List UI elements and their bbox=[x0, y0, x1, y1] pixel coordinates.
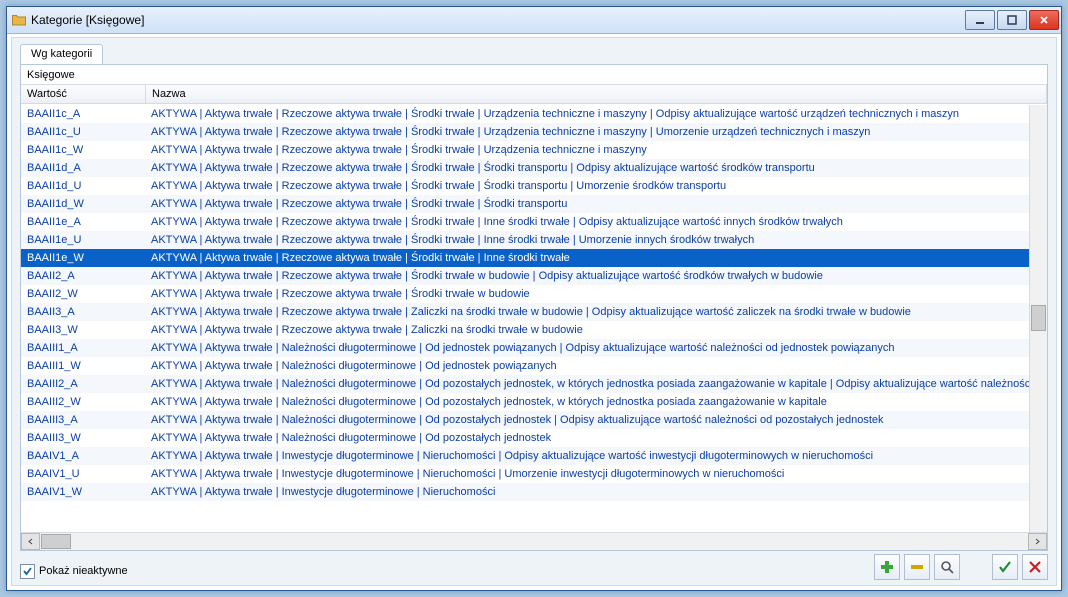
table-row[interactable]: BAAIII3_AAKTYWA | Aktywa trwałe | Należn… bbox=[21, 411, 1047, 429]
table-row[interactable]: BAAII1d_UAKTYWA | Aktywa trwałe | Rzeczo… bbox=[21, 177, 1047, 195]
cell-wartosc: BAAII2_W bbox=[21, 285, 145, 303]
table-row[interactable]: BAAIII1_AAKTYWA | Aktywa trwałe | Należn… bbox=[21, 339, 1047, 357]
cell-wartosc: BAAIII2_W bbox=[21, 393, 145, 411]
remove-button[interactable] bbox=[904, 554, 930, 580]
cell-wartosc: BAAIII3_A bbox=[21, 411, 145, 429]
cell-wartosc: BAAII1e_W bbox=[21, 249, 145, 267]
table-row[interactable]: BAAIV1_UAKTYWA | Aktywa trwałe | Inwesty… bbox=[21, 465, 1047, 483]
cell-wartosc: BAAII1e_U bbox=[21, 231, 145, 249]
cancel-button[interactable] bbox=[1022, 554, 1048, 580]
cell-wartosc: BAAII1c_W bbox=[21, 141, 145, 159]
cell-nazwa: AKTYWA | Aktywa trwałe | Należności dług… bbox=[145, 357, 1047, 375]
cell-wartosc: BAAII1c_A bbox=[21, 105, 145, 123]
window: Kategorie [Księgowe] Wg kategorii Księgo… bbox=[6, 6, 1062, 591]
cell-wartosc: BAAII2_A bbox=[21, 267, 145, 285]
cell-nazwa: AKTYWA | Aktywa trwałe | Inwestycje dług… bbox=[145, 447, 1047, 465]
vertical-scrollbar[interactable] bbox=[1029, 105, 1047, 532]
grid-body[interactable]: BAAII1c_AAKTYWA | Aktywa trwałe | Rzeczo… bbox=[21, 105, 1047, 532]
table-row[interactable]: BAAII1c_WAKTYWA | Aktywa trwałe | Rzeczo… bbox=[21, 141, 1047, 159]
cell-nazwa: AKTYWA | Aktywa trwałe | Rzeczowe aktywa… bbox=[145, 321, 1047, 339]
table-row[interactable]: BAAII1e_UAKTYWA | Aktywa trwałe | Rzeczo… bbox=[21, 231, 1047, 249]
cell-nazwa: AKTYWA | Aktywa trwałe | Rzeczowe aktywa… bbox=[145, 123, 1047, 141]
table-row[interactable]: BAAII2_WAKTYWA | Aktywa trwałe | Rzeczow… bbox=[21, 285, 1047, 303]
table-row[interactable]: BAAII1d_WAKTYWA | Aktywa trwałe | Rzeczo… bbox=[21, 195, 1047, 213]
scroll-right-button[interactable] bbox=[1028, 533, 1047, 550]
table-row[interactable]: BAAII1e_WAKTYWA | Aktywa trwałe | Rzeczo… bbox=[21, 249, 1047, 267]
show-inactive-checkbox[interactable] bbox=[20, 564, 35, 579]
tab-wg-kategorii[interactable]: Wg kategorii bbox=[20, 44, 103, 64]
show-inactive-label: Pokaż nieaktywne bbox=[39, 565, 128, 577]
window-title: Kategorie [Księgowe] bbox=[31, 13, 963, 27]
cell-nazwa: AKTYWA | Aktywa trwałe | Rzeczowe aktywa… bbox=[145, 159, 1047, 177]
cell-nazwa: AKTYWA | Aktywa trwałe | Rzeczowe aktywa… bbox=[145, 285, 1047, 303]
cell-wartosc: BAAII1d_W bbox=[21, 195, 145, 213]
cell-wartosc: BAAII3_W bbox=[21, 321, 145, 339]
panel-title: Księgowe bbox=[21, 65, 1047, 84]
table-row[interactable]: BAAIII3_WAKTYWA | Aktywa trwałe | Należn… bbox=[21, 429, 1047, 447]
column-header-wartosc[interactable]: Wartość bbox=[21, 85, 146, 103]
table-row[interactable]: BAAII2_AAKTYWA | Aktywa trwałe | Rzeczow… bbox=[21, 267, 1047, 285]
table-row[interactable]: BAAIII2_AAKTYWA | Aktywa trwałe | Należn… bbox=[21, 375, 1047, 393]
window-buttons bbox=[963, 10, 1059, 30]
ok-button[interactable] bbox=[992, 554, 1018, 580]
cell-wartosc: BAAIII2_A bbox=[21, 375, 145, 393]
cell-nazwa: AKTYWA | Aktywa trwałe | Należności dług… bbox=[145, 411, 1047, 429]
table-row[interactable]: BAAII3_AAKTYWA | Aktywa trwałe | Rzeczow… bbox=[21, 303, 1047, 321]
cell-nazwa: AKTYWA | Aktywa trwałe | Rzeczowe aktywa… bbox=[145, 249, 1047, 267]
cell-nazwa: AKTYWA | Aktywa trwałe | Należności dług… bbox=[145, 339, 1047, 357]
scroll-left-button[interactable] bbox=[21, 533, 40, 550]
cell-nazwa: AKTYWA | Aktywa trwałe | Rzeczowe aktywa… bbox=[145, 267, 1047, 285]
client-area: Wg kategorii Księgowe Wartość Nazwa BAAI… bbox=[11, 37, 1057, 586]
grid-header: Wartość Nazwa bbox=[21, 84, 1047, 104]
add-button[interactable] bbox=[874, 554, 900, 580]
cell-nazwa: AKTYWA | Aktywa trwałe | Rzeczowe aktywa… bbox=[145, 213, 1047, 231]
cell-nazwa: AKTYWA | Aktywa trwałe | Należności dług… bbox=[145, 393, 1047, 411]
cell-nazwa: AKTYWA | Aktywa trwałe | Rzeczowe aktywa… bbox=[145, 195, 1047, 213]
table-row[interactable]: BAAIV1_WAKTYWA | Aktywa trwałe | Inwesty… bbox=[21, 483, 1047, 501]
cell-wartosc: BAAIV1_W bbox=[21, 483, 145, 501]
search-button[interactable] bbox=[934, 554, 960, 580]
horizontal-scroll-thumb[interactable] bbox=[41, 534, 71, 549]
table-row[interactable]: BAAIV1_AAKTYWA | Aktywa trwałe | Inwesty… bbox=[21, 447, 1047, 465]
cell-wartosc: BAAIII1_A bbox=[21, 339, 145, 357]
cell-nazwa: AKTYWA | Aktywa trwałe | Należności dług… bbox=[145, 375, 1047, 393]
maximize-button[interactable] bbox=[997, 10, 1027, 30]
cell-wartosc: BAAIV1_A bbox=[21, 447, 145, 465]
close-button[interactable] bbox=[1029, 10, 1059, 30]
table-row[interactable]: BAAIII2_WAKTYWA | Aktywa trwałe | Należn… bbox=[21, 393, 1047, 411]
table-row[interactable]: BAAII3_WAKTYWA | Aktywa trwałe | Rzeczow… bbox=[21, 321, 1047, 339]
cell-nazwa: AKTYWA | Aktywa trwałe | Inwestycje dług… bbox=[145, 465, 1047, 483]
cell-wartosc: BAAIII1_W bbox=[21, 357, 145, 375]
horizontal-scrollbar[interactable] bbox=[21, 532, 1047, 550]
folder-icon bbox=[11, 12, 27, 28]
cell-nazwa: AKTYWA | Aktywa trwałe | Inwestycje dług… bbox=[145, 483, 1047, 501]
cell-nazwa: AKTYWA | Aktywa trwałe | Rzeczowe aktywa… bbox=[145, 303, 1047, 321]
cell-nazwa: AKTYWA | Aktywa trwałe | Rzeczowe aktywa… bbox=[145, 105, 1047, 123]
column-header-nazwa[interactable]: Nazwa bbox=[146, 85, 1047, 103]
table-row[interactable]: BAAII1d_AAKTYWA | Aktywa trwałe | Rzeczo… bbox=[21, 159, 1047, 177]
tab-strip: Wg kategorii bbox=[20, 44, 103, 64]
table-row[interactable]: BAAII1c_UAKTYWA | Aktywa trwałe | Rzeczo… bbox=[21, 123, 1047, 141]
cell-wartosc: BAAIII3_W bbox=[21, 429, 145, 447]
cell-nazwa: AKTYWA | Aktywa trwałe | Należności dług… bbox=[145, 429, 1047, 447]
cell-wartosc: BAAII1c_U bbox=[21, 123, 145, 141]
show-inactive-row: Pokaż nieaktywne bbox=[20, 561, 128, 581]
grid-panel: Księgowe Wartość Nazwa BAAII1c_AAKTYWA |… bbox=[20, 64, 1048, 551]
cell-wartosc: BAAII1d_U bbox=[21, 177, 145, 195]
toolbar bbox=[874, 553, 1048, 581]
table-row[interactable]: BAAII1e_AAKTYWA | Aktywa trwałe | Rzeczo… bbox=[21, 213, 1047, 231]
table-row[interactable]: BAAIII1_WAKTYWA | Aktywa trwałe | Należn… bbox=[21, 357, 1047, 375]
cell-wartosc: BAAII1e_A bbox=[21, 213, 145, 231]
table-row[interactable]: BAAII1c_AAKTYWA | Aktywa trwałe | Rzeczo… bbox=[21, 105, 1047, 123]
cell-wartosc: BAAII3_A bbox=[21, 303, 145, 321]
cell-nazwa: AKTYWA | Aktywa trwałe | Rzeczowe aktywa… bbox=[145, 231, 1047, 249]
minimize-button[interactable] bbox=[965, 10, 995, 30]
cell-nazwa: AKTYWA | Aktywa trwałe | Rzeczowe aktywa… bbox=[145, 141, 1047, 159]
titlebar[interactable]: Kategorie [Księgowe] bbox=[7, 7, 1061, 34]
cell-nazwa: AKTYWA | Aktywa trwałe | Rzeczowe aktywa… bbox=[145, 177, 1047, 195]
vertical-scroll-thumb[interactable] bbox=[1031, 305, 1046, 331]
cell-wartosc: BAAIV1_U bbox=[21, 465, 145, 483]
cell-wartosc: BAAII1d_A bbox=[21, 159, 145, 177]
